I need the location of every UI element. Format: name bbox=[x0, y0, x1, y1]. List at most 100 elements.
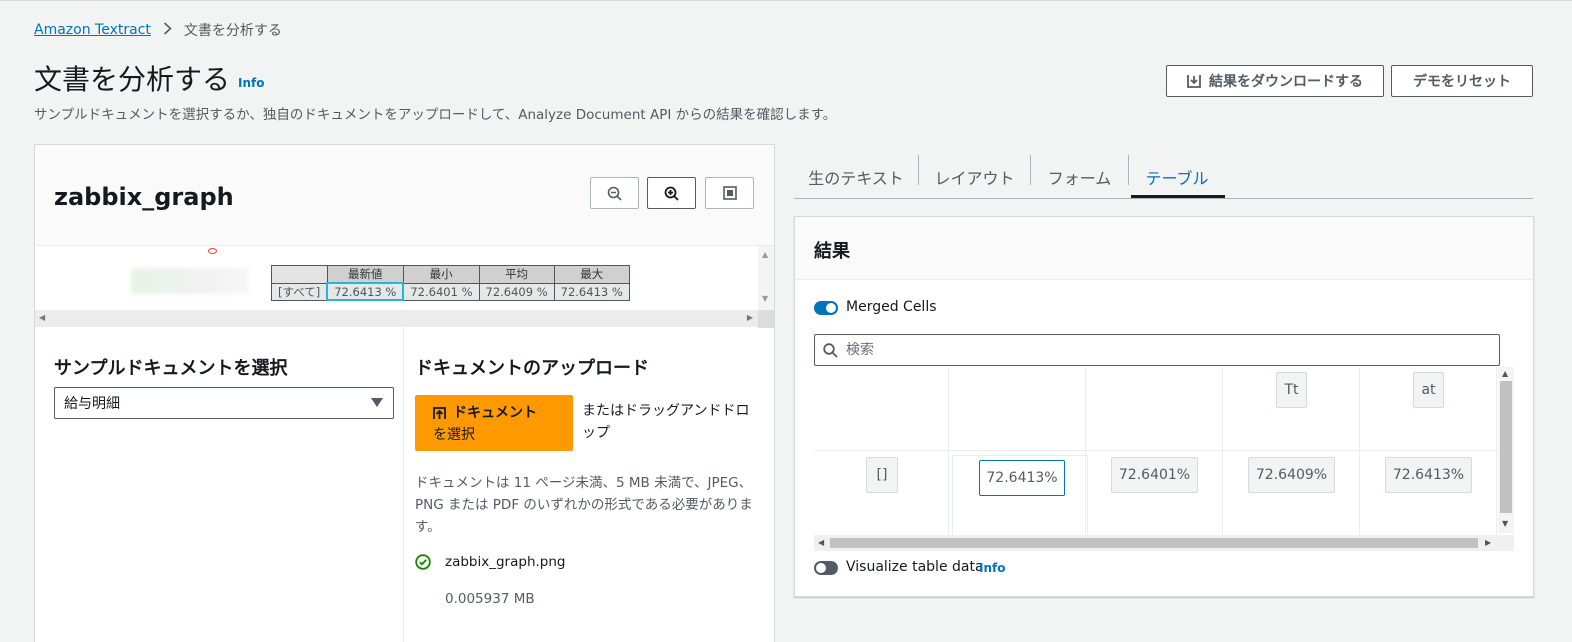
download-results-label: 結果をダウンロードする bbox=[1209, 74, 1363, 90]
tab-tables[interactable]: テーブル bbox=[1129, 155, 1225, 199]
caret-down-icon bbox=[371, 398, 383, 407]
result-tabs: 生のテキスト レイアウト フォーム テーブル bbox=[794, 155, 1533, 199]
preview-table: 最新値 最小 平均 最大 [すべて] 72.6413 % 72.6401 % 7… bbox=[271, 265, 630, 301]
preview-cell: [すべて] bbox=[271, 282, 328, 301]
document-input-section: サンプルドキュメントを選択 給与明細 ドキュメントのアップロード ドキュメント … bbox=[35, 327, 774, 642]
table-vertical-scrollbar[interactable]: ▲ ▼ bbox=[1498, 367, 1514, 533]
choose-document-label-1: ドキュメント bbox=[453, 405, 537, 421]
reset-demo-label: デモをリセット bbox=[1413, 74, 1511, 90]
document-panel: zabbix_graph 最新値 最小 平均 最大 [すべて] 72.6413 … bbox=[34, 144, 775, 642]
tab-raw-text[interactable]: 生のテキスト bbox=[794, 155, 918, 199]
results-header: 結果 bbox=[795, 217, 1533, 280]
toggle-knob bbox=[826, 303, 836, 313]
scrollbar-corner bbox=[758, 310, 774, 328]
scroll-down-icon[interactable]: ▼ bbox=[762, 294, 768, 303]
preview-header-cell: 平均 bbox=[478, 265, 555, 284]
sample-document-select[interactable]: 給与明細 bbox=[54, 387, 394, 419]
upload-icon bbox=[433, 407, 446, 419]
tab-forms[interactable]: フォーム bbox=[1031, 155, 1128, 199]
check-circle-icon bbox=[415, 554, 431, 570]
drag-drop-hint: またはドラッグアンドドロップ bbox=[582, 403, 750, 441]
results-title: 結果 bbox=[814, 241, 850, 262]
uploaded-file-name: zabbix_graph.png bbox=[445, 554, 566, 570]
table-cell[interactable]: [] bbox=[866, 457, 898, 493]
scroll-right-icon[interactable]: ▶ bbox=[1485, 538, 1491, 547]
breadcrumb: Amazon Textract 文書を分析する bbox=[34, 20, 282, 40]
zoom-out-button[interactable] bbox=[590, 177, 639, 209]
header-cell-chip[interactable]: at bbox=[1413, 372, 1444, 408]
column-divider bbox=[1496, 367, 1497, 537]
tab-layout[interactable]: レイアウト bbox=[919, 155, 1030, 199]
visualize-info-link[interactable]: Info bbox=[979, 561, 1005, 575]
table-cell[interactable]: 72.6409% bbox=[1248, 457, 1335, 493]
preview-header-cell bbox=[271, 265, 328, 284]
blurred-region bbox=[131, 268, 249, 294]
active-tab-indicator bbox=[1131, 195, 1225, 198]
document-header: zabbix_graph bbox=[35, 145, 774, 245]
preview-header-cell: 最新値 bbox=[326, 265, 404, 284]
breadcrumb-root-link[interactable]: Amazon Textract bbox=[34, 22, 151, 38]
scroll-up-icon[interactable]: ▲ bbox=[1502, 369, 1508, 378]
scrollbar-thumb[interactable] bbox=[830, 538, 1478, 548]
preview-header-cell: 最大 bbox=[553, 265, 630, 284]
document-title: zabbix_graph bbox=[54, 183, 234, 211]
scroll-right-icon[interactable]: ▶ bbox=[747, 313, 753, 322]
fit-page-icon bbox=[722, 186, 737, 200]
upload-document-label: ドキュメントのアップロード bbox=[415, 358, 649, 379]
header-cell-chip[interactable]: Tt bbox=[1276, 372, 1307, 408]
document-viewer[interactable]: 最新値 最小 平均 最大 [すべて] 72.6413 % 72.6401 % 7… bbox=[35, 245, 774, 328]
choose-document-label-2: を選択 bbox=[433, 427, 475, 443]
preview-header-cell: 最小 bbox=[402, 265, 480, 284]
scrollbar-thumb[interactable] bbox=[1500, 381, 1512, 513]
visualize-table-toggle[interactable] bbox=[814, 561, 838, 575]
scroll-up-icon[interactable]: ▲ bbox=[762, 250, 768, 259]
upload-constraints: ドキュメントは 11 ページ未満、5 MB 未満で、JPEG、PNG または P… bbox=[415, 475, 753, 535]
uploaded-file: zabbix_graph.png bbox=[415, 554, 566, 570]
results-table[interactable]: Tt at [] 72.6413% 72.6401% 72.6409% 72.6… bbox=[814, 367, 1498, 537]
table-header-row bbox=[814, 367, 1498, 451]
choose-document-button[interactable]: ドキュメント を選択 bbox=[415, 395, 573, 451]
column-divider bbox=[1359, 367, 1360, 537]
viewer-vertical-scrollbar[interactable]: ▲ ▼ bbox=[758, 246, 774, 328]
column-divider bbox=[948, 367, 949, 537]
table-horizontal-scrollbar[interactable]: ◀ ▶ bbox=[814, 535, 1514, 551]
scroll-left-icon[interactable]: ◀ bbox=[818, 538, 824, 547]
search-field[interactable] bbox=[814, 334, 1500, 366]
chevron-right-icon bbox=[163, 21, 172, 39]
sample-document-label: サンプルドキュメントを選択 bbox=[54, 358, 288, 379]
visualize-table-label: Visualize table data bbox=[846, 559, 984, 575]
toggle-knob bbox=[816, 563, 826, 573]
table-cell-selected[interactable]: 72.6413% bbox=[979, 460, 1065, 496]
zoom-in-button[interactable] bbox=[647, 177, 696, 209]
annotation-marker bbox=[208, 248, 217, 254]
top-border bbox=[0, 0, 1572, 1]
sample-document-selected: 給与明細 bbox=[64, 396, 120, 412]
scroll-down-icon[interactable]: ▼ bbox=[1502, 519, 1508, 528]
table-cell[interactable]: 72.6413% bbox=[1385, 457, 1472, 493]
page-title: 文書を分析する bbox=[34, 63, 231, 96]
viewer-horizontal-scrollbar[interactable]: ◀ ▶ bbox=[35, 310, 758, 327]
merged-cells-label: Merged Cells bbox=[846, 299, 937, 315]
column-divider bbox=[1222, 367, 1223, 537]
fit-page-button[interactable] bbox=[705, 177, 754, 209]
preview-cell: 72.6413 % bbox=[553, 282, 630, 301]
preview-cell: 72.6401 % bbox=[402, 282, 480, 301]
preview-cell-highlighted[interactable]: 72.6413 % bbox=[326, 282, 405, 301]
uploaded-file-size: 0.005937 MB bbox=[445, 591, 535, 607]
search-input[interactable] bbox=[846, 342, 1446, 358]
merged-cells-toggle[interactable] bbox=[814, 301, 838, 315]
download-results-button[interactable]: 結果をダウンロードする bbox=[1166, 65, 1384, 97]
zoom-out-icon bbox=[607, 186, 622, 201]
download-icon bbox=[1187, 75, 1201, 88]
section-divider bbox=[403, 327, 404, 642]
table-cell[interactable]: 72.6401% bbox=[1111, 457, 1198, 493]
search-icon bbox=[823, 342, 838, 358]
zoom-in-icon bbox=[664, 186, 679, 201]
info-link[interactable]: Info bbox=[238, 76, 264, 90]
reset-demo-button[interactable]: デモをリセット bbox=[1391, 65, 1533, 97]
breadcrumb-current: 文書を分析する bbox=[183, 23, 282, 39]
results-panel: 結果 Merged Cells Tt at [] 72.6413% 72.640… bbox=[794, 216, 1534, 597]
scroll-left-icon[interactable]: ◀ bbox=[39, 313, 45, 322]
page-subtitle: サンプルドキュメントを選択するか、独自のドキュメントをアップロードして、Anal… bbox=[34, 107, 837, 123]
preview-cell: 72.6409 % bbox=[478, 282, 555, 301]
